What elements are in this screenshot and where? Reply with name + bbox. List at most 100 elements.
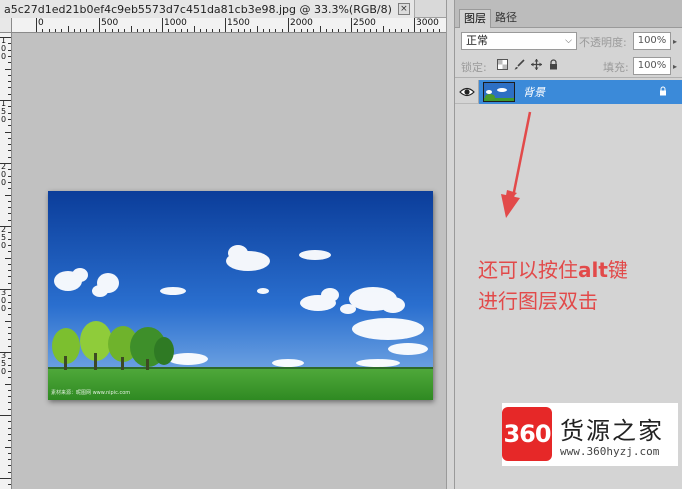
ruler-tick — [199, 29, 201, 32]
document-image[interactable]: 素材来源：昵图网 www.nipic.com — [48, 191, 433, 400]
ruler-tick — [5, 194, 11, 196]
ruler-tick — [5, 131, 11, 133]
ruler-tick — [426, 29, 428, 32]
layer-name: 背景 — [523, 86, 545, 99]
ruler-tick — [8, 74, 11, 76]
ruler-tick — [8, 408, 11, 410]
ruler-tick — [5, 383, 11, 385]
ruler-tick — [5, 446, 11, 448]
chevron-down-icon: ⌵ — [565, 36, 572, 46]
ruler-tick — [0, 100, 11, 101]
ruler-label: 1000 — [164, 18, 187, 28]
lock-label: 锁定: — [461, 61, 487, 74]
ruler-tick — [237, 29, 239, 32]
fill-input[interactable]: 100% — [633, 57, 671, 75]
ruler-tick — [8, 301, 11, 303]
ruler-label: 0 — [38, 18, 44, 28]
ruler-tick — [155, 29, 157, 32]
opacity-input[interactable]: 100% — [633, 32, 671, 50]
ruler-tick — [8, 295, 11, 297]
brush-icon[interactable] — [514, 59, 525, 70]
document-tab-title: a5c27d1ed21b0ef4c9eb5573d7c451da81cb3e98… — [4, 2, 392, 16]
ruler-tick — [180, 29, 182, 32]
ruler-tick — [8, 112, 11, 114]
ruler-tick — [269, 29, 271, 32]
tab-layers[interactable]: 图层 — [459, 9, 491, 28]
ruler-tick — [8, 49, 11, 51]
ruler-tick — [0, 478, 11, 479]
logo-mark: 360 — [502, 407, 552, 461]
ruler-tick — [111, 29, 113, 32]
ruler-tick — [8, 427, 11, 429]
ruler-tick — [8, 169, 11, 171]
canvas-area[interactable]: 素材来源：昵图网 www.nipic.com — [13, 34, 448, 489]
ruler-label: 2000 — [290, 18, 313, 28]
blend-row: 正常 ⌵ 不透明度: 100% ▸ — [455, 29, 682, 53]
document-tab[interactable]: a5c27d1ed21b0ef4c9eb5573d7c451da81cb3e98… — [0, 0, 415, 18]
ruler-tick — [8, 87, 11, 89]
ruler-tick — [92, 29, 94, 32]
ruler-origin[interactable] — [0, 18, 12, 33]
tab-paths[interactable]: 路径 — [491, 9, 521, 28]
document-window: a5c27d1ed21b0ef4c9eb5573d7c451da81cb3e98… — [0, 0, 448, 489]
ruler-tick — [8, 106, 11, 108]
layer-row-background[interactable]: 背景 — [455, 80, 682, 104]
ruler-tick — [8, 389, 11, 391]
ruler-tick — [8, 62, 11, 64]
lock-transparent-icon[interactable] — [497, 59, 508, 70]
ruler-tick — [8, 282, 11, 284]
ruler-tick — [105, 29, 107, 32]
ruler-tick — [8, 358, 11, 360]
ruler-tick — [5, 68, 11, 70]
ruler-tick — [369, 29, 371, 32]
fill-slider-arrow-icon[interactable]: ▸ — [673, 62, 677, 71]
panel-tab-bar: 图层 路径 — [455, 0, 682, 28]
document-scrollbar[interactable] — [446, 0, 455, 489]
image-watermark: 素材来源：昵图网 www.nipic.com — [51, 390, 131, 396]
ruler-tick — [407, 29, 409, 32]
ruler-tick — [8, 175, 11, 177]
ruler-tick — [8, 251, 11, 253]
ruler-tick — [8, 232, 11, 234]
vertical-ruler[interactable]: 100 150 200 250 300 350 — [0, 33, 12, 489]
ruler-tick — [8, 55, 11, 57]
horizontal-ruler[interactable]: 0 500 1000 1500 2000 2500 3000 — [12, 18, 448, 33]
close-icon[interactable]: × — [397, 3, 410, 15]
move-icon[interactable] — [531, 59, 542, 70]
layer-visibility-toggle[interactable] — [455, 80, 479, 104]
fill-label: 填充: — [603, 61, 629, 74]
layer-thumbnail — [483, 82, 515, 102]
ruler-tick — [8, 471, 11, 473]
ruler-tick — [8, 118, 11, 120]
ruler-tick — [294, 29, 296, 32]
ruler-tick — [0, 226, 11, 227]
ruler-tick — [8, 156, 11, 158]
ruler-tick — [143, 29, 145, 32]
ruler-tick — [8, 219, 11, 221]
ruler-tick — [73, 29, 75, 32]
ruler-tick — [8, 93, 11, 95]
ruler-tick — [319, 26, 321, 32]
layer-lock-icon — [658, 86, 668, 96]
ruler-tick — [99, 18, 100, 32]
ruler-tick — [8, 213, 11, 215]
ruler-tick — [414, 18, 415, 32]
logo-title: 货源之家 — [560, 417, 664, 445]
ruler-tick — [388, 29, 390, 32]
ruler-tick — [48, 29, 50, 32]
ruler-tick — [8, 188, 11, 190]
lock-icon[interactable] — [548, 59, 559, 70]
ruler-label: 3000 — [416, 18, 439, 28]
opacity-slider-arrow-icon[interactable]: ▸ — [673, 37, 677, 46]
ruler-tick — [250, 29, 252, 32]
ruler-tick — [351, 18, 352, 32]
ruler-tick — [0, 37, 11, 38]
ruler-tick — [8, 339, 11, 341]
ruler-tick — [256, 26, 258, 32]
blend-mode-select[interactable]: 正常 ⌵ — [461, 32, 577, 50]
ruler-tick — [243, 29, 245, 32]
ruler-tick — [0, 163, 11, 164]
ruler-tick — [8, 459, 11, 461]
instruction-annotation: 还可以按住alt键 进行图层双击 — [478, 255, 678, 317]
ruler-tick — [8, 333, 11, 335]
